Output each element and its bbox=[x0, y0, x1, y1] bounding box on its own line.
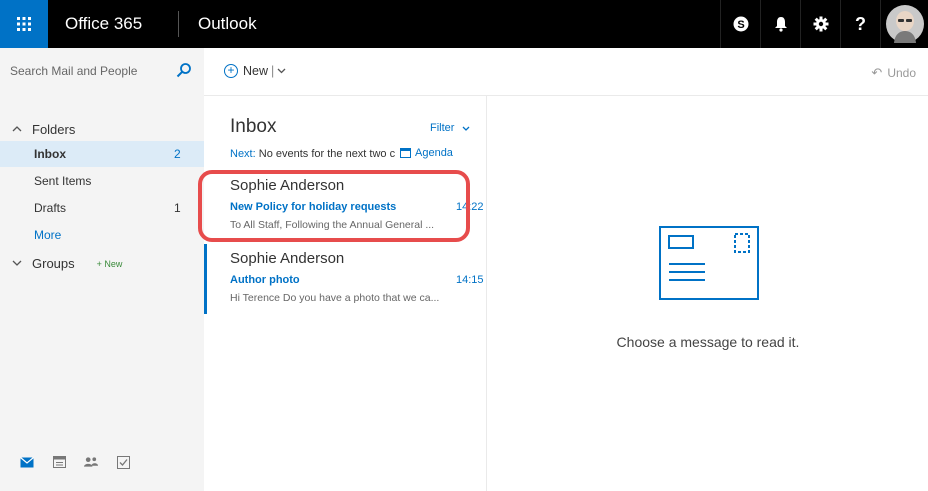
message-subject: Author photo bbox=[230, 274, 300, 286]
unread-count: 2 bbox=[174, 147, 181, 161]
filter-button[interactable]: Filter bbox=[430, 122, 470, 134]
svg-text:S: S bbox=[737, 19, 744, 31]
chevron-down-icon bbox=[12, 258, 22, 269]
filter-label: Filter bbox=[430, 122, 455, 134]
folder-sent-items[interactable]: Sent Items bbox=[0, 168, 204, 194]
empty-reading-message: Choose a message to read it. bbox=[616, 334, 800, 350]
agenda-button[interactable]: Agenda bbox=[400, 147, 453, 159]
folder-label: Inbox bbox=[34, 147, 66, 161]
message-preview: Hi Terence Do you have a photo that we c… bbox=[230, 292, 440, 304]
calendar-icon bbox=[52, 456, 66, 468]
chevron-up-icon bbox=[12, 124, 22, 135]
help-icon: ? bbox=[855, 13, 866, 34]
app-title[interactable]: Outlook bbox=[179, 14, 720, 34]
message-time: 14:15 bbox=[456, 274, 484, 286]
skype-icon: S bbox=[733, 16, 748, 32]
waffle-icon bbox=[17, 17, 31, 31]
app-launcher-button[interactable] bbox=[0, 0, 48, 48]
gear-icon bbox=[813, 16, 828, 32]
module-switcher bbox=[0, 442, 204, 482]
folders-label: Folders bbox=[32, 122, 76, 137]
brand-title[interactable]: Office 365 bbox=[48, 14, 178, 34]
help-button[interactable]: ? bbox=[840, 0, 880, 48]
tasks-module-button[interactable] bbox=[116, 455, 130, 469]
list-title: Inbox bbox=[230, 116, 277, 137]
next-label: Next: bbox=[230, 148, 256, 160]
message-sender: Sophie Anderson bbox=[230, 250, 345, 267]
agenda-label: Agenda bbox=[415, 147, 453, 159]
top-bar: Office 365 Outlook S ? bbox=[0, 0, 928, 48]
settings-button[interactable] bbox=[800, 0, 840, 48]
next-event-banner: Next: No events for the next two c bbox=[230, 148, 395, 160]
message-item[interactable]: Sophie Anderson Author photo 14:15 Hi Te… bbox=[204, 244, 487, 314]
undo-label: Undo bbox=[887, 66, 916, 80]
folder-label: Sent Items bbox=[34, 174, 92, 188]
search-icon[interactable] bbox=[176, 62, 192, 78]
undo-button[interactable]: ↶ Undo bbox=[871, 65, 916, 81]
calendar-icon bbox=[400, 148, 411, 158]
plus-circle-icon: + bbox=[224, 64, 238, 78]
notifications-button[interactable] bbox=[760, 0, 800, 48]
calendar-module-button[interactable] bbox=[52, 455, 66, 469]
groups-header[interactable]: Groups + New bbox=[12, 256, 122, 271]
folder-label: Drafts bbox=[34, 201, 67, 215]
envelope-illustration-icon bbox=[659, 226, 759, 300]
people-icon bbox=[84, 457, 98, 467]
mail-module-button[interactable] bbox=[20, 455, 34, 469]
folder-inbox[interactable]: Inbox 2 bbox=[0, 141, 204, 167]
profile-photo-icon bbox=[885, 5, 924, 43]
bell-icon bbox=[774, 17, 787, 32]
more-folders-link[interactable]: More bbox=[34, 228, 61, 242]
groups-label: Groups bbox=[32, 256, 75, 271]
chevron-down-icon bbox=[462, 126, 469, 131]
new-divider: | bbox=[271, 64, 275, 78]
folder-pane: Folders Inbox 2 Sent Items Drafts 1 More… bbox=[0, 96, 204, 491]
people-module-button[interactable] bbox=[84, 455, 98, 469]
search-box[interactable]: Search Mail and People bbox=[0, 48, 204, 96]
folders-header[interactable]: Folders bbox=[12, 122, 75, 137]
highlight-outline bbox=[198, 170, 470, 242]
next-event-text: No events for the next two c bbox=[258, 148, 396, 160]
avatar[interactable] bbox=[880, 0, 928, 48]
skype-button[interactable]: S bbox=[720, 0, 760, 48]
new-group-button[interactable]: + New bbox=[97, 259, 123, 269]
new-message-button[interactable]: + New | bbox=[224, 64, 286, 78]
new-group-label: New bbox=[104, 258, 123, 269]
message-list: Inbox Filter Next: No events for the nex… bbox=[204, 96, 487, 491]
tasks-icon bbox=[116, 455, 130, 469]
command-bar: Search Mail and People + New | ↶ Undo bbox=[0, 48, 928, 96]
undo-icon: ↶ bbox=[871, 65, 883, 80]
search-input[interactable]: Search Mail and People bbox=[10, 64, 137, 78]
reading-pane: Choose a message to read it. bbox=[488, 96, 928, 491]
new-label: New bbox=[243, 64, 269, 78]
chevron-down-icon[interactable] bbox=[277, 68, 286, 74]
folder-drafts[interactable]: Drafts 1 bbox=[0, 195, 204, 221]
mail-icon bbox=[20, 456, 34, 467]
